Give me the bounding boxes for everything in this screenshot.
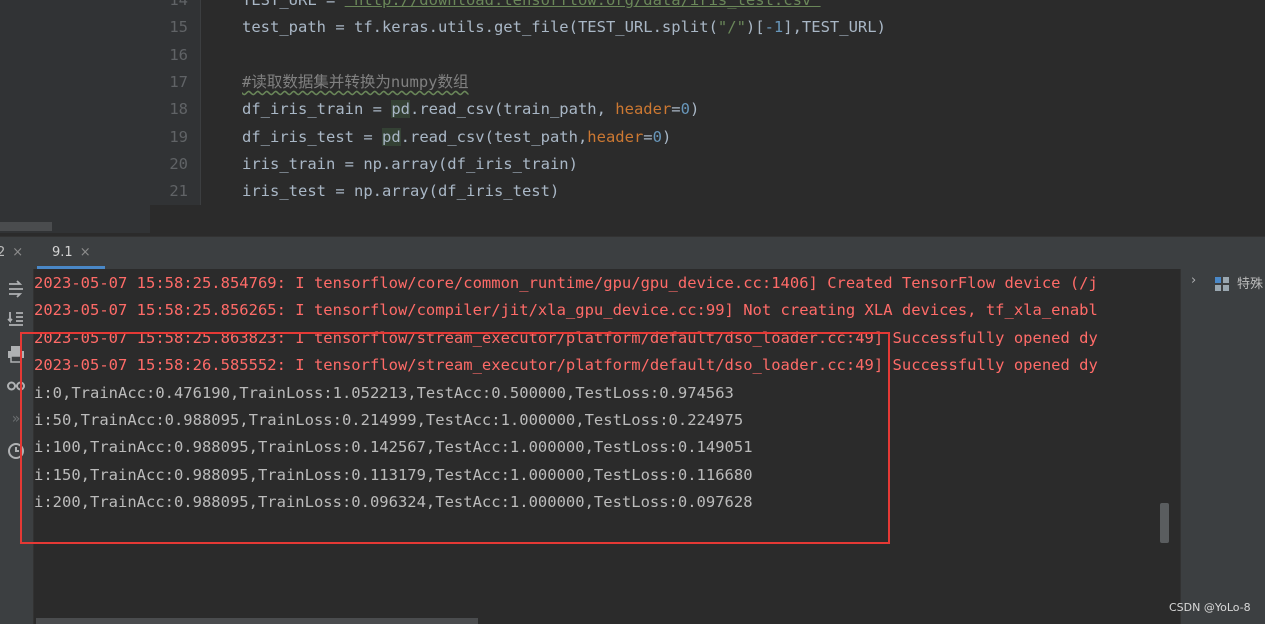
- code-text: df_iris_test = pd.read_csv(test_path,hea…: [242, 124, 671, 151]
- line-number: 15: [169, 18, 188, 37]
- code-token: iris_test = np.array(df_iris_test): [242, 182, 560, 201]
- line-number: 18: [169, 100, 188, 119]
- right-side-panel: › 特殊: [1180, 269, 1265, 624]
- line-number: 19: [169, 127, 188, 146]
- code-text: iris_test = np.array(df_iris_test): [242, 178, 559, 205]
- code-token: df_iris_train =: [242, 100, 392, 119]
- code-line[interactable]: 17 #读取数据集并转换为numpy数组: [150, 69, 1265, 96]
- tab-previous-run[interactable]: 2 ×: [0, 237, 23, 269]
- code-token: =: [671, 100, 681, 119]
- project-panel-scrollbar[interactable]: [0, 222, 52, 231]
- code-line[interactable]: 15 test_path = tf.keras.utils.get_file(TE…: [150, 14, 1265, 41]
- tab-label: 9.1: [52, 245, 73, 260]
- code-text: TEST_URL = "http://download.tensorflow.o…: [242, 0, 821, 14]
- code-line[interactable]: 14 TEST_URL = "http://download.tensorflow…: [150, 0, 1265, 14]
- code-text: test_path = tf.keras.utils.get_file(TEST…: [242, 14, 886, 41]
- line-number: 17: [169, 72, 188, 91]
- code-editor[interactable]: 14 TEST_URL = "http://download.tensorflow…: [0, 0, 1265, 233]
- code-token: #读取数据集并转换为numpy数组: [242, 72, 469, 91]
- close-icon[interactable]: ×: [80, 245, 91, 260]
- code-line[interactable]: 19 df_iris_test = pd.read_csv(test_path,h…: [150, 124, 1265, 151]
- code-token: ],TEST_URL): [783, 18, 886, 37]
- editor-bottom-strip: [150, 205, 1265, 233]
- console-horizontal-scrollbar[interactable]: [36, 618, 478, 624]
- watermark: CSDN @YoLo-8: [1169, 601, 1251, 614]
- code-line[interactable]: 16: [150, 42, 1265, 69]
- console-vertical-scrollbar[interactable]: [1160, 503, 1169, 543]
- code-line[interactable]: 20 iris_train = np.array(df_iris_train): [150, 151, 1265, 178]
- console-log-line: 2023-05-07 15:58:25.854769: I tensorflow…: [34, 274, 1098, 292]
- code-token: header: [615, 100, 672, 119]
- structure-grid-icon: [1215, 277, 1229, 291]
- project-panel-edge: [0, 0, 150, 233]
- code-token: iris_train = np.array(df_iris_train): [242, 154, 578, 173]
- code-token: -1: [764, 18, 784, 37]
- code-token: =: [643, 127, 653, 146]
- code-token: .read_csv(test_path,: [400, 127, 588, 146]
- code-token: ): [689, 100, 700, 119]
- code-token: pd: [381, 127, 401, 146]
- expand-chevron-icon[interactable]: ›: [1191, 273, 1196, 288]
- tab-label: 2: [0, 245, 6, 260]
- line-number: 21: [169, 182, 188, 201]
- code-token: "http://download.tensorflow.org/data/iri…: [344, 0, 821, 9]
- code-token: TEST_URL =: [242, 0, 345, 9]
- code-token: test_path = tf.keras.utils.get_file(TEST…: [242, 18, 718, 37]
- code-token: .read_csv(train_path,: [409, 100, 616, 119]
- close-icon[interactable]: ×: [12, 245, 23, 260]
- line-number: 20: [169, 154, 188, 173]
- code-token: pd: [391, 100, 410, 119]
- scroll-to-end-icon[interactable]: [6, 309, 26, 329]
- code-line[interactable]: 21 iris_test = np.array(df_iris_test): [150, 178, 1265, 205]
- code-token: header: [587, 127, 644, 146]
- code-token: 0: [680, 100, 690, 119]
- tab-run-9-1[interactable]: 9.1 ×: [52, 237, 91, 269]
- rerun-icon[interactable]: [6, 279, 26, 299]
- code-token: "/": [717, 18, 746, 37]
- code-token: ): [661, 127, 672, 146]
- code-text: iris_train = np.array(df_iris_train): [242, 151, 578, 178]
- code-token: )[: [745, 18, 765, 37]
- console-log-line: 2023-05-07 15:58:25.856265: I tensorflow…: [34, 301, 1098, 320]
- code-text: #读取数据集并转换为numpy数组: [242, 69, 469, 96]
- code-text: df_iris_train = pd.read_csv(train_path, …: [242, 96, 699, 123]
- line-number: 16: [169, 45, 188, 64]
- run-tab-bar: 2 × 9.1 ×: [0, 236, 1265, 269]
- highlight-annotation-box: [20, 332, 890, 544]
- line-number: 14: [169, 0, 188, 9]
- code-line[interactable]: 18 df_iris_train = pd.read_csv(train_path…: [150, 96, 1265, 123]
- code-token: 0: [652, 127, 662, 146]
- panel-label[interactable]: 特殊: [1237, 273, 1263, 292]
- code-token: df_iris_test =: [242, 127, 382, 146]
